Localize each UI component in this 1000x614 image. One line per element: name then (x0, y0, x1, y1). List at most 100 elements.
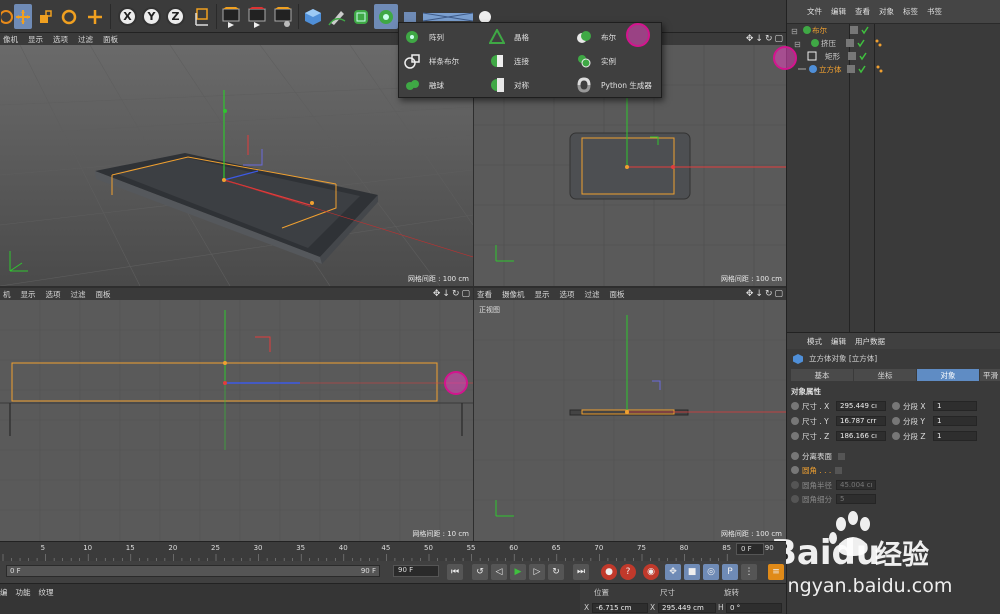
menu-edit[interactable]: 编辑 (831, 336, 846, 347)
menu-item-symmetry[interactable]: 对称 (488, 74, 529, 96)
move-tool-icon[interactable] (14, 4, 32, 29)
menu-object[interactable]: 对象 (879, 6, 894, 17)
menu-panel[interactable]: 面板 (610, 289, 625, 300)
record-position-icon[interactable]: ✥ (665, 564, 681, 580)
menu-view[interactable]: 查看 (477, 289, 492, 300)
segments-y-field[interactable]: 1 (933, 416, 977, 426)
scale-tool-icon[interactable] (36, 4, 54, 29)
tab-coord[interactable]: 坐标 (854, 369, 916, 381)
menu-create[interactable]: 编 (0, 587, 8, 598)
menu-display[interactable]: 显示 (21, 289, 36, 300)
prev-frame-icon[interactable]: ◁ (491, 564, 507, 580)
separate-surfaces-row[interactable]: 分离表面 (791, 450, 845, 462)
y-axis-lock-icon[interactable]: Y (142, 7, 161, 26)
timeline-menu-icon[interactable]: ≡ (768, 564, 784, 580)
menu-camera[interactable]: 像机 (3, 34, 18, 45)
menu-item-array[interactable]: 阵列 (403, 26, 444, 48)
record-scale-icon[interactable]: ■ (684, 564, 700, 580)
menu-camera[interactable]: 机 (3, 289, 11, 300)
menu-filter[interactable]: 过滤 (71, 289, 86, 300)
viewport-front[interactable]: 查看 摄像机 显示 选项 过滤 面板 ✥ ↓ ↻ ▢ 正视图 网格间距 : 100 c… (474, 288, 786, 541)
menu-item-metaball[interactable]: 融球 (403, 74, 444, 96)
menu-item-boole[interactable]: 布尔 (575, 26, 616, 48)
fillet-row[interactable]: 圆角 . . . (791, 464, 843, 476)
timeline-ruler[interactable]: 5 10 15 20 25 30 35 40 45 50 55 60 65 70 75 80 85 90 0 F (0, 541, 786, 562)
menu-filter[interactable]: 过滤 (585, 289, 600, 300)
rotate-tool-icon[interactable] (58, 4, 80, 29)
rotation-h-field[interactable]: 0 ° (726, 603, 782, 613)
subdivision-surface-icon[interactable] (350, 4, 372, 29)
fillet-checkbox[interactable] (835, 466, 843, 474)
viewport-side[interactable]: 机 显示 选项 过滤 面板 ✥ ↓ ↻ ▢ 网格间距 : 10 cm (0, 288, 473, 541)
next-frame-icon[interactable]: ▷ (529, 564, 545, 580)
tab-object[interactable]: 对象 (917, 369, 979, 381)
record-rotation-icon[interactable]: ◎ (703, 564, 719, 580)
generator-menu-icon[interactable] (374, 4, 398, 29)
x-axis-lock-icon[interactable]: X (118, 7, 137, 26)
segments-x-field[interactable]: 1 (933, 401, 977, 411)
menu-item-spline-boole[interactable]: 样条布尔 (403, 50, 459, 72)
object-row-boole[interactable]: ⊟ 布尔 (787, 24, 1000, 37)
position-x-field[interactable]: -6.715 cm (592, 603, 648, 613)
object-name[interactable]: 布尔 (812, 25, 846, 36)
pen-spline-icon[interactable] (326, 4, 348, 29)
object-name[interactable]: 立方体 (819, 64, 847, 75)
size-x-field[interactable]: 295.449 cm (658, 603, 716, 613)
goto-start-icon[interactable]: ⏮ (447, 564, 463, 580)
menu-item-python-generator[interactable]: Python 生成器 (575, 74, 652, 96)
fillet-radius-field[interactable]: 45.004 cı (836, 480, 876, 490)
coordinate-system-icon[interactable] (190, 4, 214, 29)
render-view-icon[interactable] (220, 4, 242, 29)
menu-function[interactable]: 功能 (16, 587, 31, 598)
menu-item-instance[interactable]: 实例 (575, 50, 616, 72)
fillet-subdivision-field[interactable]: 5 (836, 494, 876, 504)
viewport-nav-icons[interactable]: ✥ ↓ ↻ ▢ (746, 289, 783, 299)
goto-end-icon[interactable]: ⏭ (573, 564, 589, 580)
live-select-icon[interactable] (84, 4, 106, 29)
render-settings-icon[interactable] (272, 4, 294, 29)
menu-camera[interactable]: 摄像机 (502, 289, 525, 300)
menu-options[interactable]: 选项 (53, 34, 68, 45)
object-name[interactable]: 挤压 (821, 38, 846, 49)
z-axis-lock-icon[interactable]: Z (166, 7, 185, 26)
next-key-icon[interactable]: ↻ (548, 564, 564, 580)
separate-checkbox[interactable] (838, 452, 845, 460)
size-y-field[interactable]: 16.787 crr (836, 416, 886, 426)
end-frame-field[interactable]: 90 F (393, 565, 439, 577)
menu-user-data[interactable]: 用户数据 (855, 336, 885, 347)
menu-texture[interactable]: 纹理 (39, 587, 54, 598)
tab-basic[interactable]: 基本 (791, 369, 853, 381)
menu-options[interactable]: 选项 (560, 289, 575, 300)
menu-display[interactable]: 显示 (28, 34, 43, 45)
auto-key-icon[interactable]: ? (620, 564, 636, 580)
viewport-nav-icons[interactable]: ✥ ↓ ↻ ▢ (433, 289, 470, 299)
record-parameter-icon[interactable]: P (722, 564, 738, 580)
menu-display[interactable]: 显示 (535, 289, 550, 300)
menu-file[interactable]: 文件 (807, 6, 822, 17)
keyframe-selection-icon[interactable]: ◉ (643, 564, 659, 580)
undo-icon[interactable] (0, 4, 14, 29)
record-icon[interactable]: ● (601, 564, 617, 580)
object-row-cube[interactable]: 立方体 (787, 63, 1000, 76)
cube-primitive-icon[interactable] (302, 4, 324, 29)
object-row-extrude[interactable]: ⊟ 挤压 (787, 37, 1000, 50)
render-picture-viewer-icon[interactable] (246, 4, 268, 29)
segments-z-field[interactable]: 1 (933, 431, 977, 441)
menu-mode[interactable]: 模式 (807, 336, 822, 347)
menu-panel[interactable]: 面板 (103, 34, 118, 45)
menu-edit[interactable]: 编辑 (831, 6, 846, 17)
menu-options[interactable]: 选项 (46, 289, 61, 300)
size-z-field[interactable]: 186.166 cı (836, 431, 886, 441)
viewport-nav-icons[interactable]: ✥ ↓ ↻ ▢ (746, 34, 783, 44)
menu-item-connect[interactable]: 连接 (488, 50, 529, 72)
tab-phong[interactable]: 平滑 (980, 369, 1000, 381)
play-icon[interactable]: ▶ (510, 564, 526, 580)
menu-item-atom[interactable]: 晶格 (488, 26, 529, 48)
size-x-field[interactable]: 295.449 cı (836, 401, 886, 411)
menu-filter[interactable]: 过滤 (78, 34, 93, 45)
menu-panel[interactable]: 面板 (96, 289, 111, 300)
object-row-rectangle[interactable]: 矩形 (787, 50, 1000, 63)
time-range-slider[interactable]: 0 F 90 F (6, 565, 380, 577)
record-pla-icon[interactable]: ⋮ (741, 564, 757, 580)
menu-bookmarks[interactable]: 书签 (927, 6, 942, 17)
